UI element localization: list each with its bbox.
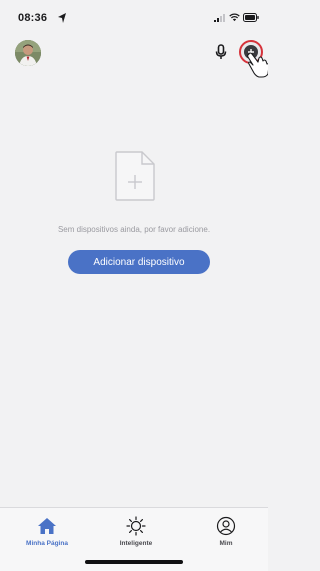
tab-home-label: Minha Página bbox=[26, 540, 68, 547]
home-indicator[interactable] bbox=[85, 560, 183, 564]
status-bar: 08:36 bbox=[0, 0, 268, 34]
add-device-button[interactable]: Adicionar dispositivo bbox=[68, 250, 210, 274]
cellular-signal-icon bbox=[214, 14, 225, 22]
location-arrow-icon bbox=[58, 13, 66, 23]
tab-me[interactable]: Mim bbox=[186, 516, 266, 556]
avatar-image bbox=[15, 40, 41, 66]
status-time: 08:36 bbox=[18, 12, 48, 24]
document-add-icon bbox=[115, 151, 155, 201]
battery-icon bbox=[243, 13, 259, 22]
pointing-hand-icon bbox=[247, 52, 268, 78]
person-icon bbox=[216, 516, 236, 536]
app-screen: 08:36 Sem dispositivos ainda, por favor … bbox=[0, 0, 268, 571]
tab-smart-label: Inteligente bbox=[119, 540, 153, 547]
sun-icon bbox=[126, 516, 146, 536]
tab-smart[interactable]: Inteligente bbox=[96, 516, 176, 556]
empty-state-message: Sem dispositivos ainda, por favor adicio… bbox=[57, 225, 211, 234]
microphone-icon bbox=[215, 44, 227, 59]
user-avatar[interactable] bbox=[15, 40, 41, 66]
tab-me-label: Mim bbox=[219, 540, 233, 547]
tab-home[interactable]: Minha Página bbox=[7, 516, 87, 556]
microphone-button[interactable] bbox=[213, 42, 229, 62]
home-icon bbox=[38, 518, 56, 534]
wifi-icon bbox=[229, 13, 240, 22]
